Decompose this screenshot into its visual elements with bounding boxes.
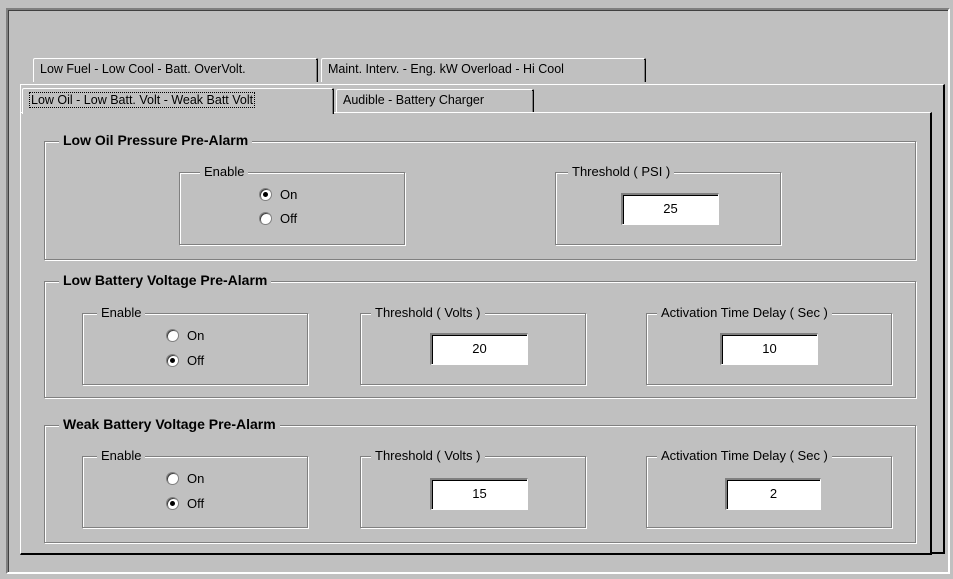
oil-threshold-group: Threshold ( PSI ) 25: [555, 164, 781, 245]
radio-label: Off: [187, 496, 205, 511]
low-battery-group: Low Battery Voltage Pre-Alarm Enable On …: [44, 272, 916, 398]
oil-enable-off-radio[interactable]: Off: [259, 211, 297, 226]
group-title: Low Oil Pressure Pre-Alarm: [59, 132, 253, 148]
tab-label: Maint. Interv. - Eng. kW Overload - Hi C…: [328, 62, 564, 76]
radio-label: On: [280, 187, 298, 202]
tab-audible[interactable]: Audible - Battery Charger: [336, 89, 534, 113]
weakbatt-threshold-group: Threshold ( Volts ) 15: [360, 448, 586, 528]
weak-battery-group: Weak Battery Voltage Pre-Alarm Enable On…: [44, 416, 916, 543]
enable-label: Enable: [97, 305, 146, 320]
weakbatt-delay-input[interactable]: 2: [725, 478, 821, 510]
tab-label: Low Oil - Low Batt. Volt - Weak Batt Vol…: [29, 92, 256, 108]
lowbatt-threshold-group: Threshold ( Volts ) 20: [360, 305, 586, 385]
oil-enable-group: Enable On Off: [179, 164, 405, 245]
oil-enable-on-radio[interactable]: On: [259, 187, 297, 202]
enable-label: Enable: [97, 448, 146, 463]
threshold-label: Threshold ( Volts ): [371, 448, 485, 463]
radio-label: On: [187, 328, 205, 343]
radio-button-icon: [166, 497, 179, 510]
lowbatt-enable-on-radio[interactable]: On: [166, 328, 204, 343]
lowbatt-enable-group: Enable On Off: [82, 305, 308, 385]
tab-low-oil[interactable]: Low Oil - Low Batt. Volt - Weak Batt Vol…: [22, 88, 334, 114]
weakbatt-enable-on-radio[interactable]: On: [166, 471, 204, 486]
radio-label: Off: [187, 353, 205, 368]
delay-label: Activation Time Delay ( Sec ): [657, 448, 832, 463]
tab-label: Low Fuel - Low Cool - Batt. OverVolt.: [40, 62, 246, 76]
radio-button-icon: [259, 188, 272, 201]
weakbatt-threshold-input[interactable]: 15: [430, 478, 528, 510]
oil-threshold-input[interactable]: 25: [621, 193, 719, 225]
radio-label: On: [187, 471, 205, 486]
threshold-label: Threshold ( Volts ): [371, 305, 485, 320]
tab-label: Audible - Battery Charger: [343, 93, 485, 107]
delay-label: Activation Time Delay ( Sec ): [657, 305, 832, 320]
lowbatt-threshold-input[interactable]: 20: [430, 333, 528, 365]
lowbatt-delay-input[interactable]: 10: [720, 333, 818, 365]
group-title: Weak Battery Voltage Pre-Alarm: [59, 416, 280, 432]
oil-pressure-group: Low Oil Pressure Pre-Alarm Enable On Off…: [44, 132, 916, 260]
weakbatt-enable-group: Enable On Off: [82, 448, 308, 528]
weakbatt-enable-off-radio[interactable]: Off: [166, 496, 204, 511]
threshold-label: Threshold ( PSI ): [568, 164, 675, 179]
radio-button-icon: [259, 212, 272, 225]
radio-button-icon: [166, 329, 179, 342]
tab-page: Low Oil Pressure Pre-Alarm Enable On Off…: [20, 112, 932, 555]
radio-button-icon: [166, 354, 179, 367]
radio-button-icon: [166, 472, 179, 485]
lowbatt-enable-off-radio[interactable]: Off: [166, 353, 204, 368]
enable-label: Enable: [200, 164, 249, 179]
tab-maint-interv[interactable]: Maint. Interv. - Eng. kW Overload - Hi C…: [321, 58, 646, 82]
weakbatt-delay-group: Activation Time Delay ( Sec ) 2: [646, 448, 892, 528]
tab-low-fuel[interactable]: Low Fuel - Low Cool - Batt. OverVolt.: [33, 58, 318, 82]
group-title: Low Battery Voltage Pre-Alarm: [59, 272, 272, 288]
radio-label: Off: [280, 211, 298, 226]
lowbatt-delay-group: Activation Time Delay ( Sec ) 10: [646, 305, 892, 385]
